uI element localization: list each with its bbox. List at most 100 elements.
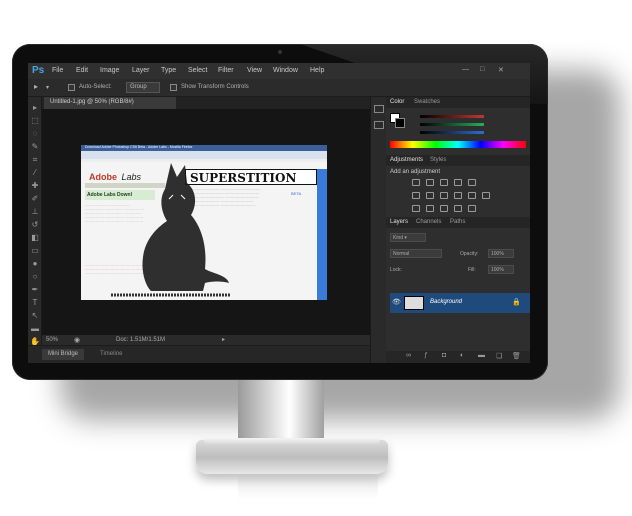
layer-thumbnail bbox=[404, 296, 424, 310]
link-layers-icon[interactable]: ∞ bbox=[406, 352, 411, 359]
photo-filter-adjust-icon[interactable] bbox=[454, 192, 462, 199]
maximize-button[interactable]: □ bbox=[480, 66, 487, 73]
tab-styles[interactable]: Styles bbox=[430, 157, 446, 163]
tab-timeline[interactable]: Timeline bbox=[94, 349, 128, 360]
tab-layers[interactable]: Layers bbox=[390, 219, 408, 225]
menu-image[interactable]: Image bbox=[100, 67, 119, 74]
document-tab[interactable]: Untitled-1.jpg @ 50% (RGB/8#) bbox=[44, 97, 176, 109]
red-value-field[interactable] bbox=[488, 113, 502, 120]
new-layer-icon[interactable]: ❑ bbox=[496, 352, 502, 360]
levels-adjust-icon[interactable] bbox=[426, 179, 434, 186]
status-bar: 50% ◉ Doc: 1.51M/1.51M ▸ bbox=[42, 335, 376, 345]
menu-filter[interactable]: Filter bbox=[218, 67, 234, 74]
threshold-adjust-icon[interactable] bbox=[440, 205, 448, 212]
brush-tool-icon[interactable]: ✐ bbox=[30, 194, 40, 204]
curves-adjust-icon[interactable] bbox=[440, 179, 448, 186]
auto-select-checkbox[interactable] bbox=[68, 84, 75, 91]
menu-window[interactable]: Window bbox=[273, 67, 298, 74]
move-tool-icon[interactable]: ▸ bbox=[34, 82, 38, 91]
layer-filter-kind[interactable]: Kind ▾ bbox=[390, 233, 426, 242]
posterize-adjust-icon[interactable] bbox=[426, 205, 434, 212]
vibrance-adjust-icon[interactable] bbox=[468, 179, 476, 186]
menu-select[interactable]: Select bbox=[188, 67, 207, 74]
color-balance-adjust-icon[interactable] bbox=[426, 192, 434, 199]
history-brush-tool-icon[interactable]: ↺ bbox=[30, 220, 40, 230]
visibility-eye-icon[interactable]: 👁 bbox=[392, 298, 401, 306]
tab-swatches[interactable]: Swatches bbox=[414, 99, 440, 105]
menu-help[interactable]: Help bbox=[310, 67, 324, 74]
crop-tool-icon[interactable]: ⌗ bbox=[30, 155, 40, 165]
pen-tool-icon[interactable]: ✒ bbox=[30, 285, 40, 295]
delete-layer-icon[interactable]: 🗑 bbox=[512, 352, 521, 360]
page-sidebar bbox=[317, 169, 327, 300]
hue-saturation-adjust-icon[interactable] bbox=[412, 192, 420, 199]
document-image[interactable]: Download Adobe Photoshop CS6 Beta - Adob… bbox=[81, 145, 327, 300]
show-transform-label: Show Transform Controls bbox=[181, 84, 249, 90]
marquee-tool-icon[interactable]: ⬚ bbox=[30, 116, 40, 126]
color-spectrum[interactable] bbox=[390, 141, 526, 148]
green-slider[interactable] bbox=[420, 123, 484, 126]
menu-file[interactable]: File bbox=[52, 67, 63, 74]
add-mask-icon[interactable]: ◘ bbox=[442, 352, 446, 359]
quick-select-tool-icon[interactable]: ✎ bbox=[30, 142, 40, 152]
status-menu-arrow-icon[interactable]: ▸ bbox=[222, 336, 225, 343]
menu-layer[interactable]: Layer bbox=[132, 67, 150, 74]
properties-panel-icon[interactable] bbox=[374, 121, 384, 129]
eraser-tool-icon[interactable]: ◧ bbox=[30, 233, 40, 243]
tool-preset-dropdown-icon[interactable]: ▾ bbox=[46, 84, 49, 91]
history-panel-icon[interactable] bbox=[374, 105, 384, 113]
beta-badge: BETA bbox=[291, 191, 302, 196]
tab-mini-bridge[interactable]: Mini Bridge bbox=[42, 349, 85, 360]
color-lookup-adjust-icon[interactable] bbox=[482, 192, 490, 199]
path-select-tool-icon[interactable]: ↖ bbox=[30, 311, 40, 321]
black-white-adjust-icon[interactable] bbox=[440, 192, 448, 199]
type-tool-icon[interactable]: T bbox=[30, 298, 40, 308]
new-group-icon[interactable]: ▬ bbox=[478, 352, 485, 359]
menu-type[interactable]: Type bbox=[161, 67, 176, 74]
selective-color-adjust-icon[interactable] bbox=[454, 205, 462, 212]
close-button[interactable]: ✕ bbox=[498, 66, 507, 74]
menu-view[interactable]: View bbox=[247, 67, 262, 74]
healing-tool-icon[interactable]: ✚ bbox=[30, 181, 40, 191]
tab-adjustments[interactable]: Adjustments bbox=[390, 157, 423, 163]
blend-mode-value: Normal bbox=[393, 251, 410, 257]
channel-mixer-adjust-icon[interactable] bbox=[468, 192, 476, 199]
right-panels: Color Swatches Adjustments Styles Add an… bbox=[386, 97, 530, 363]
minimize-button[interactable]: — bbox=[462, 66, 472, 73]
show-transform-checkbox[interactable] bbox=[170, 84, 177, 91]
collapsed-panel-strip bbox=[370, 97, 386, 363]
layer-style-icon[interactable]: ƒ bbox=[424, 352, 428, 359]
monitor-reflection bbox=[238, 476, 378, 500]
background-color-swatch[interactable] bbox=[395, 118, 405, 128]
blue-slider[interactable] bbox=[420, 131, 484, 134]
invert-adjust-icon[interactable] bbox=[412, 205, 420, 212]
opacity-field[interactable]: 100% bbox=[488, 249, 514, 258]
shape-tool-icon[interactable]: ▬ bbox=[30, 324, 40, 334]
move-tool-icon[interactable]: ▸ bbox=[30, 103, 40, 113]
tab-channels[interactable]: Channels bbox=[416, 219, 441, 225]
options-bar: ▸ ▾ Auto-Select: Group Show Transform Co… bbox=[28, 79, 530, 97]
menu-edit[interactable]: Edit bbox=[76, 67, 88, 74]
layer-name[interactable]: Background bbox=[430, 299, 462, 305]
gradient-tool-icon[interactable]: ▭ bbox=[30, 246, 40, 256]
gradient-map-adjust-icon[interactable] bbox=[468, 205, 476, 212]
fill-field[interactable]: 100% bbox=[488, 265, 514, 274]
dodge-tool-icon[interactable]: ○ bbox=[30, 272, 40, 282]
layer-row-background[interactable]: 👁 Background 🔒 bbox=[390, 293, 530, 313]
exposure-adjust-icon[interactable] bbox=[454, 179, 462, 186]
blend-mode-dropdown[interactable]: Normal bbox=[390, 249, 442, 258]
zoom-level[interactable]: 50% bbox=[46, 337, 58, 343]
clone-stamp-tool-icon[interactable]: ⊥ bbox=[30, 207, 40, 217]
red-slider[interactable] bbox=[420, 115, 484, 118]
brightness-adjust-icon[interactable] bbox=[412, 179, 420, 186]
new-adjustment-layer-icon[interactable]: ◐ bbox=[460, 352, 464, 359]
lasso-tool-icon[interactable]: ◌ bbox=[30, 129, 40, 139]
info-icon[interactable]: ◉ bbox=[74, 336, 80, 344]
blur-tool-icon[interactable]: ● bbox=[30, 259, 40, 269]
cat-illustration bbox=[111, 163, 231, 297]
tab-color[interactable]: Color bbox=[390, 99, 404, 105]
auto-select-dropdown[interactable]: Group bbox=[126, 82, 160, 93]
eyedropper-tool-icon[interactable]: ⁄ bbox=[30, 168, 40, 178]
tab-paths[interactable]: Paths bbox=[450, 219, 465, 225]
kind-label: Kind bbox=[393, 235, 404, 241]
